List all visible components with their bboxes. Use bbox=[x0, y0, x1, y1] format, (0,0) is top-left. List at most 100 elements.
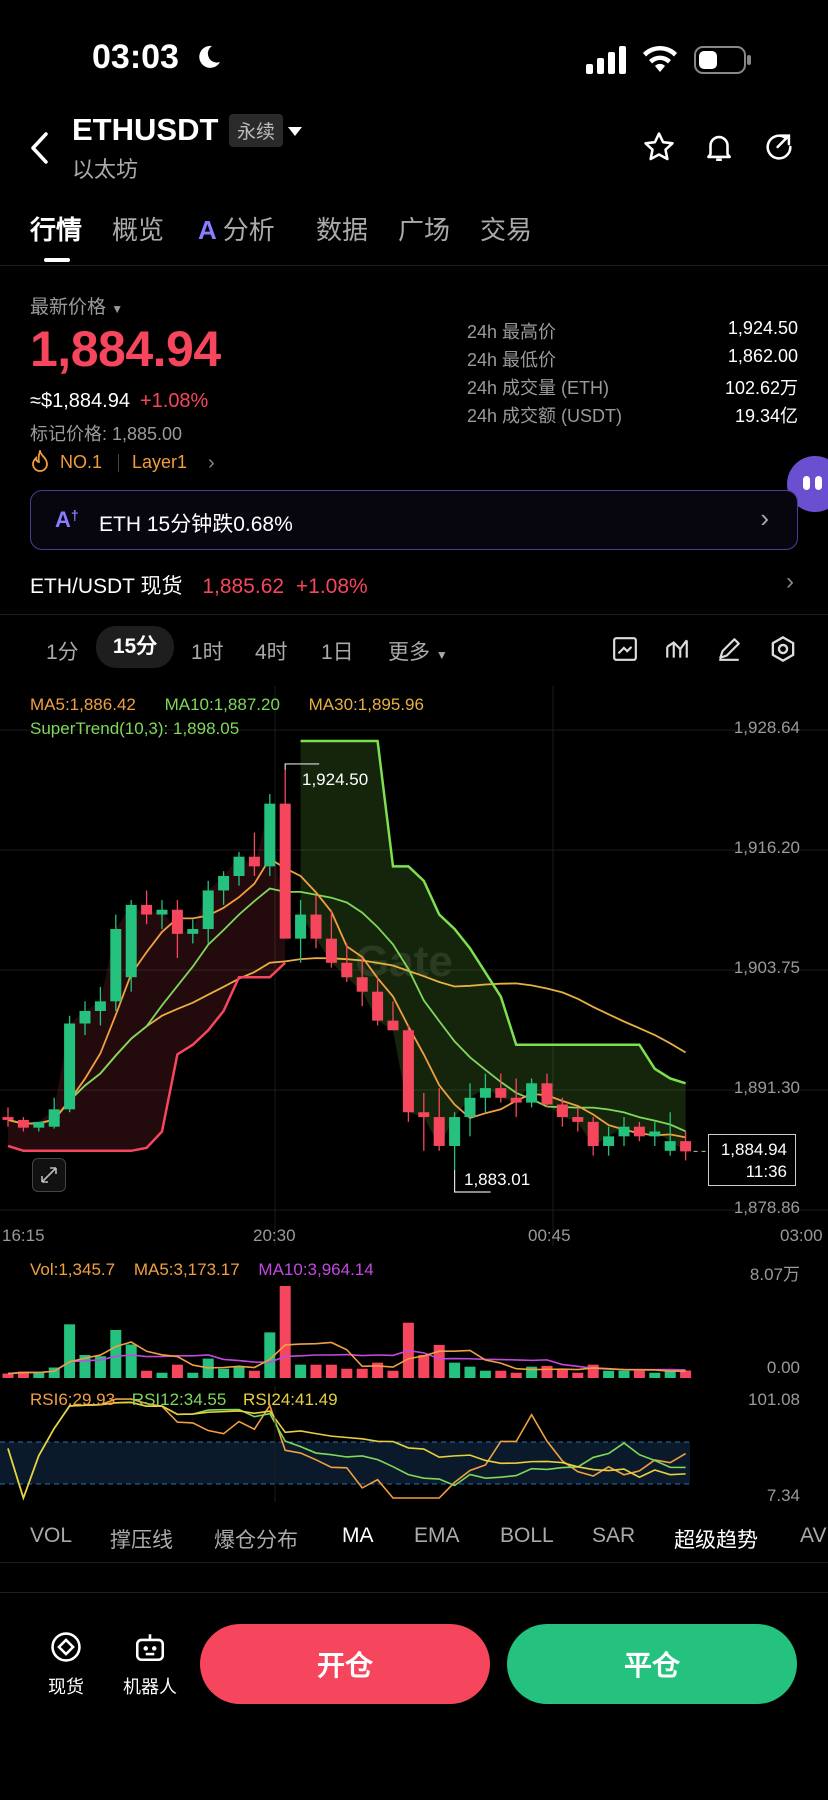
candle-body bbox=[341, 962, 353, 978]
mark-price: 标记价格: 1,885.00 bbox=[30, 424, 183, 444]
volume-bar bbox=[125, 1344, 137, 1378]
volume-bar bbox=[587, 1364, 599, 1378]
spot-row[interactable]: ETH/USDT 现货 1,885.62 +1.08% › bbox=[30, 568, 800, 600]
sector-badge[interactable]: Layer1 bbox=[132, 452, 187, 473]
star-icon[interactable] bbox=[642, 130, 676, 169]
volume-bar bbox=[325, 1364, 337, 1378]
spot-nav-label: 现货 bbox=[48, 1677, 84, 1697]
y-tick: 1,916.20 bbox=[733, 838, 800, 857]
spot-price: 1,885.62 bbox=[202, 575, 285, 598]
low-annotation: 1,883.01 bbox=[464, 1170, 531, 1189]
tab-trade[interactable]: 交易 bbox=[480, 210, 532, 247]
tab-market[interactable]: 行情 bbox=[30, 210, 82, 247]
volume-bar bbox=[510, 1372, 522, 1378]
ind-liq[interactable]: 爆仓分布 bbox=[214, 1524, 298, 1554]
tab-data[interactable]: 数据 bbox=[316, 210, 368, 247]
vol-min-label: 0.00 bbox=[766, 1358, 800, 1377]
candle-body bbox=[310, 914, 322, 939]
symbol-dropdown-icon[interactable] bbox=[288, 124, 302, 142]
interval-1m[interactable]: 1分 bbox=[46, 636, 79, 666]
draw-pen-icon[interactable] bbox=[716, 636, 742, 667]
y-tick: 1,903.75 bbox=[733, 958, 800, 977]
y-tick: 1,878.86 bbox=[733, 1198, 800, 1217]
vol-legend: Vol:1,345.7 MA5:3,173.17 MA10:3,964.14 bbox=[30, 1260, 374, 1280]
interval-1h[interactable]: 1时 bbox=[191, 636, 224, 666]
spot-icon bbox=[51, 1632, 81, 1662]
candle-body bbox=[356, 977, 368, 992]
back-icon[interactable] bbox=[28, 130, 52, 171]
last-price-label[interactable]: 最新价格 ▼ bbox=[30, 292, 123, 319]
ind-boll[interactable]: BOLL bbox=[500, 1524, 554, 1548]
ind-support[interactable]: 撑压线 bbox=[110, 1524, 173, 1554]
price-chart[interactable]: Gate bbox=[0, 686, 828, 1246]
ind-av[interactable]: AV bbox=[800, 1524, 826, 1548]
tab-analysis[interactable]: A 分析 bbox=[198, 210, 275, 247]
candle-body bbox=[94, 1001, 106, 1011]
candle-body bbox=[556, 1104, 568, 1118]
x-tick: 03:00 bbox=[780, 1226, 823, 1245]
stat-high-value: 1,924.50 bbox=[727, 318, 798, 338]
bell-icon[interactable] bbox=[702, 130, 736, 169]
sector-chevron-icon[interactable]: › bbox=[208, 452, 215, 475]
candle-body bbox=[402, 1030, 414, 1113]
last-price: 1,884.94 bbox=[30, 321, 221, 377]
x-tick: 16:15 bbox=[2, 1226, 45, 1245]
volume-bar bbox=[279, 1286, 291, 1378]
candle-body bbox=[218, 875, 230, 891]
volume-bar bbox=[356, 1368, 368, 1378]
close-position-button[interactable]: 平仓 bbox=[507, 1624, 797, 1704]
tab-square[interactable]: 广场 bbox=[398, 210, 450, 247]
volume-bar bbox=[156, 1372, 168, 1378]
stat-vol-label: 24h 成交量 (ETH) bbox=[467, 378, 610, 398]
interval-more[interactable]: 更多 ▼ bbox=[388, 636, 448, 666]
interval-15m[interactable]: 15分 bbox=[96, 626, 174, 668]
candle-body bbox=[141, 904, 153, 915]
wifi-icon bbox=[641, 44, 679, 79]
volume-bar bbox=[572, 1372, 584, 1378]
spot-nav[interactable]: 现货 bbox=[36, 1630, 96, 1699]
symbol-title[interactable]: ETHUSDT bbox=[72, 112, 218, 148]
candle-body bbox=[64, 1023, 76, 1110]
ind-sar[interactable]: SAR bbox=[592, 1524, 635, 1548]
chart-style-icon[interactable] bbox=[612, 636, 638, 667]
x-tick: 00:45 bbox=[528, 1226, 571, 1245]
ma5-legend: MA5:1,886.42 bbox=[30, 695, 136, 714]
interval-15m-label: 15分 bbox=[112, 635, 158, 658]
ind-ema[interactable]: EMA bbox=[414, 1524, 460, 1548]
moon-icon bbox=[196, 44, 222, 75]
bot-nav[interactable]: 机器人 bbox=[118, 1630, 182, 1699]
volume-bar bbox=[110, 1329, 122, 1378]
stat-vol-value: 102.62万 bbox=[724, 378, 798, 398]
volume-bar bbox=[618, 1370, 630, 1378]
interval-1d[interactable]: 1日 bbox=[321, 636, 354, 666]
ai-banner[interactable]: A† ETH 15分钟跌0.68% › bbox=[30, 490, 798, 550]
candle-body bbox=[680, 1141, 692, 1152]
share-icon[interactable] bbox=[762, 130, 796, 169]
rank-divider bbox=[118, 454, 119, 472]
ind-ma[interactable]: MA bbox=[342, 1524, 374, 1548]
ind-supertrend[interactable]: 超级趋势 bbox=[674, 1524, 758, 1554]
volume-bar bbox=[64, 1324, 76, 1378]
volume-bar bbox=[248, 1370, 260, 1378]
ind-vol[interactable]: VOL bbox=[30, 1524, 72, 1548]
volume-bar bbox=[2, 1373, 14, 1378]
tab-overview[interactable]: 概览 bbox=[112, 210, 164, 247]
fire-icon bbox=[30, 447, 50, 477]
volume-bar bbox=[310, 1364, 322, 1378]
current-countdown: 11:36 bbox=[745, 1162, 787, 1181]
rank-badge[interactable]: NO.1 bbox=[60, 452, 102, 473]
ai-banner-text: ETH 15分钟跌0.68% bbox=[99, 513, 293, 536]
volume-bar bbox=[541, 1365, 553, 1378]
interval-4h[interactable]: 4时 bbox=[255, 636, 288, 666]
volume-bar bbox=[418, 1355, 430, 1378]
candle-body bbox=[464, 1097, 476, 1118]
expand-icon[interactable] bbox=[32, 1158, 66, 1192]
ma10-legend: MA10:1,887.20 bbox=[164, 695, 280, 714]
spot-change: +1.08% bbox=[295, 575, 368, 598]
indicator-icon[interactable] bbox=[664, 636, 690, 667]
settings-icon[interactable] bbox=[769, 635, 797, 668]
volume-bar bbox=[372, 1362, 384, 1378]
open-position-button[interactable]: 开仓 bbox=[200, 1624, 490, 1704]
candle-body bbox=[295, 914, 307, 939]
candle-body bbox=[618, 1126, 630, 1137]
